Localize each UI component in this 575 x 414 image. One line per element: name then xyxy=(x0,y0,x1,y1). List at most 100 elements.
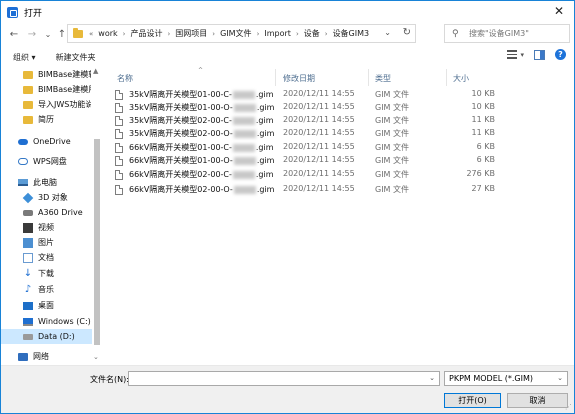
file-extension: .gim xyxy=(256,156,275,165)
file-date: 2020/12/11 14:55 xyxy=(283,169,355,178)
sidebar-item-network[interactable]: 网络 xyxy=(18,349,49,364)
filename-field[interactable]: ⌄ xyxy=(128,371,440,386)
breadcrumb-gim-files[interactable]: GIM文件 xyxy=(220,28,251,39)
cloud-icon xyxy=(18,158,28,165)
cancel-button[interactable]: 取消 xyxy=(507,393,568,408)
column-header-size[interactable]: 大小 xyxy=(453,73,469,84)
help-icon[interactable]: ? xyxy=(555,49,566,60)
resize-grip-icon[interactable]: ⋰ xyxy=(565,403,572,411)
sidebar-item-resume[interactable]: 简历 xyxy=(23,112,54,127)
file-icon xyxy=(115,155,123,166)
file-size: 10 KB xyxy=(471,102,495,111)
forward-arrow-icon[interactable]: → xyxy=(25,26,39,42)
sidebar-scrollbar[interactable]: ▲ ⌄ xyxy=(92,67,102,365)
search-input[interactable]: 搜索"设备GIM3" xyxy=(469,28,529,39)
redacted-text xyxy=(232,143,255,152)
sidebar-item-this-pc[interactable]: 此电脑 xyxy=(18,175,57,190)
sidebar-item-a360-drive[interactable]: A360 Drive xyxy=(23,205,83,220)
breadcrumb-work[interactable]: work xyxy=(98,29,117,38)
recent-locations-icon[interactable]: ⌄ xyxy=(41,26,55,42)
file-name: 35kV隔离开关模型01-00-C- xyxy=(129,90,232,99)
file-type: GIM 文件 xyxy=(375,185,410,194)
breadcrumb-product-design[interactable]: 产品设计 xyxy=(130,28,162,39)
sidebar-item-windows-c[interactable]: Windows (C:) xyxy=(23,314,91,329)
column-header-date[interactable]: 修改日期 xyxy=(283,73,315,84)
address-bar[interactable]: « work › 产品设计 › 国网项目 › GIM文件 › Import › … xyxy=(67,24,416,43)
sidebar-item-bimbase-software[interactable]: BIMBase建模软件 xyxy=(23,67,91,82)
file-row[interactable]: 35kV隔离开关模型01-00-C- .gim 2020/12/11 14:55 … xyxy=(115,89,505,102)
column-divider[interactable] xyxy=(275,69,276,86)
sidebar-item-documents[interactable]: 文档 xyxy=(23,250,54,265)
sidebar-item-onedrive[interactable]: OneDrive xyxy=(18,134,71,149)
file-icon xyxy=(115,102,123,113)
back-arrow-icon[interactable]: ← xyxy=(7,26,21,42)
view-dropdown-icon[interactable]: ▾ xyxy=(520,51,524,59)
scroll-up-icon[interactable]: ▲ xyxy=(93,67,98,75)
chevron-down-icon[interactable]: ⌄ xyxy=(557,372,563,385)
file-type: GIM 文件 xyxy=(375,170,410,179)
download-icon: ↓ xyxy=(23,267,33,279)
file-row[interactable]: 66kV隔离开关模型01-00-O- .gim 2020/12/11 14:55 … xyxy=(115,155,505,168)
column-header-type[interactable]: 类型 xyxy=(375,73,391,84)
file-row[interactable]: 35kV隔离开关模型01-00-O- .gim 2020/12/11 14:55 … xyxy=(115,102,505,115)
data-drive-icon xyxy=(23,333,33,340)
breadcrumb-import[interactable]: Import xyxy=(264,29,291,38)
sidebar-item-jws-import[interactable]: 导入JWS功能说明 xyxy=(23,97,91,112)
open-button[interactable]: 打开(O) xyxy=(444,393,501,408)
file-date: 2020/12/11 14:55 xyxy=(283,184,355,193)
file-type-select[interactable]: PKPM MODEL (*.GIM) ⌄ xyxy=(444,371,568,386)
sidebar-item-data-d[interactable]: Data (D:) xyxy=(1,329,92,344)
sidebar-item-pictures[interactable]: 图片 xyxy=(23,235,54,250)
file-extension: .gim xyxy=(256,129,275,138)
file-type: GIM 文件 xyxy=(375,103,410,112)
breadcrumb-equipment[interactable]: 设备 xyxy=(304,28,320,39)
drive-icon xyxy=(23,209,33,216)
file-type: GIM 文件 xyxy=(375,156,410,165)
file-row[interactable]: 35kV隔离开关模型02-00-C- .gim 2020/12/11 14:55 … xyxy=(115,115,505,128)
view-options-icon[interactable] xyxy=(507,50,518,59)
scrollbar-thumb[interactable] xyxy=(94,139,100,345)
new-folder-button[interactable]: 新建文件夹 xyxy=(56,52,96,63)
chevron-down-icon[interactable]: ⌄ xyxy=(429,374,435,382)
command-bar: 组织 ▾ 新建文件夹 ▾ ? xyxy=(1,47,574,67)
file-row[interactable]: 66kV隔离开关模型01-00-C- .gim 2020/12/11 14:55 … xyxy=(115,142,505,155)
sort-ascending-icon: ^ xyxy=(198,67,204,74)
search-box[interactable]: ⚲ 搜索"设备GIM3" xyxy=(444,24,570,43)
file-row[interactable]: 66kV隔离开关模型02-00-O- .gim 2020/12/11 14:55 … xyxy=(115,184,505,197)
overflow-chevron-icon[interactable]: « xyxy=(89,30,93,38)
file-row[interactable]: 66kV隔离开关模型02-00-C- .gim 2020/12/11 14:55 … xyxy=(115,169,505,182)
breadcrumb-equipment-gim3[interactable]: 设备GIM3 xyxy=(333,28,370,39)
sidebar-item-bimbase-user[interactable]: BIMBase建模用户 xyxy=(23,82,91,97)
file-date: 2020/12/11 14:55 xyxy=(283,89,355,98)
column-divider[interactable] xyxy=(446,69,447,86)
file-size: 6 KB xyxy=(476,155,495,164)
sidebar-item-videos[interactable]: 视频 xyxy=(23,220,54,235)
sidebar-item-wps-drive[interactable]: WPS网盘 xyxy=(18,154,67,169)
address-dropdown-icon[interactable]: ⌄ xyxy=(384,28,391,37)
column-header-name[interactable]: 名称 xyxy=(117,73,133,84)
preview-pane-icon[interactable] xyxy=(534,49,545,60)
redacted-text xyxy=(232,90,255,99)
sidebar-item-3d-objects[interactable]: 3D 对象 xyxy=(22,190,68,205)
file-size: 11 KB xyxy=(471,115,495,124)
file-name: 35kV隔离开关模型01-00-O- xyxy=(129,103,233,112)
sidebar-item-downloads[interactable]: ↓ 下载 xyxy=(23,266,54,281)
organize-button[interactable]: 组织 ▾ xyxy=(13,52,36,63)
search-icon: ⚲ xyxy=(452,28,459,39)
sidebar-item-desktop[interactable]: 桌面 xyxy=(23,298,54,313)
scroll-down-icon[interactable]: ⌄ xyxy=(93,353,99,361)
refresh-icon[interactable]: ↻ xyxy=(403,27,411,38)
sidebar-item-music[interactable]: ♪ 音乐 xyxy=(23,282,54,297)
redacted-text xyxy=(232,116,255,125)
open-file-dialog: 打开 ✕ ← → ⌄ ↑ « work › 产品设计 › 国网项目 › GIM文… xyxy=(0,0,575,414)
chevron-right-icon: › xyxy=(324,29,328,38)
folder-icon xyxy=(23,115,33,124)
file-name: 66kV隔离开关模型01-00-C- xyxy=(129,143,232,152)
file-date: 2020/12/11 14:55 xyxy=(283,115,355,124)
breadcrumb-state-grid[interactable]: 国网项目 xyxy=(175,28,207,39)
desktop-icon xyxy=(23,301,33,310)
column-divider[interactable] xyxy=(368,69,369,86)
title-bar: 打开 ✕ xyxy=(1,1,574,23)
file-row[interactable]: 35kV隔离开关模型02-00-O- .gim 2020/12/11 14:55 … xyxy=(115,128,505,141)
close-icon[interactable]: ✕ xyxy=(552,4,566,18)
